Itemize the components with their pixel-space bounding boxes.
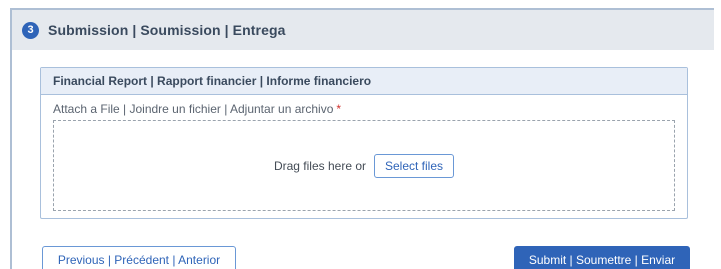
required-indicator: * <box>336 102 342 116</box>
attach-file-label: Attach a File | Joindre un fichier | Adj… <box>53 102 341 116</box>
attach-file-label-text: Attach a File | Joindre un fichier | Adj… <box>53 102 334 116</box>
submission-step-card: 3 Submission | Soumission | Entrega Fina… <box>10 8 714 269</box>
page: 3 Submission | Soumission | Entrega Fina… <box>0 0 721 269</box>
file-dropzone[interactable]: Drag files here or Select files <box>53 120 675 211</box>
financial-report-panel: Financial Report | Rapport financier | I… <box>40 67 688 219</box>
select-files-button[interactable]: Select files <box>374 153 455 178</box>
drag-files-text: Drag files here or <box>273 158 366 173</box>
step-title: Submission | Soumission | Entrega <box>48 22 286 38</box>
previous-button[interactable]: Previous | Précédent | Anterior <box>42 246 236 269</box>
step-header: 3 Submission | Soumission | Entrega <box>12 10 714 50</box>
submit-button[interactable]: Submit | Soumettre | Enviar <box>514 246 690 269</box>
step-number-badge: 3 <box>22 21 39 39</box>
panel-title: Financial Report | Rapport financier | I… <box>41 68 687 95</box>
